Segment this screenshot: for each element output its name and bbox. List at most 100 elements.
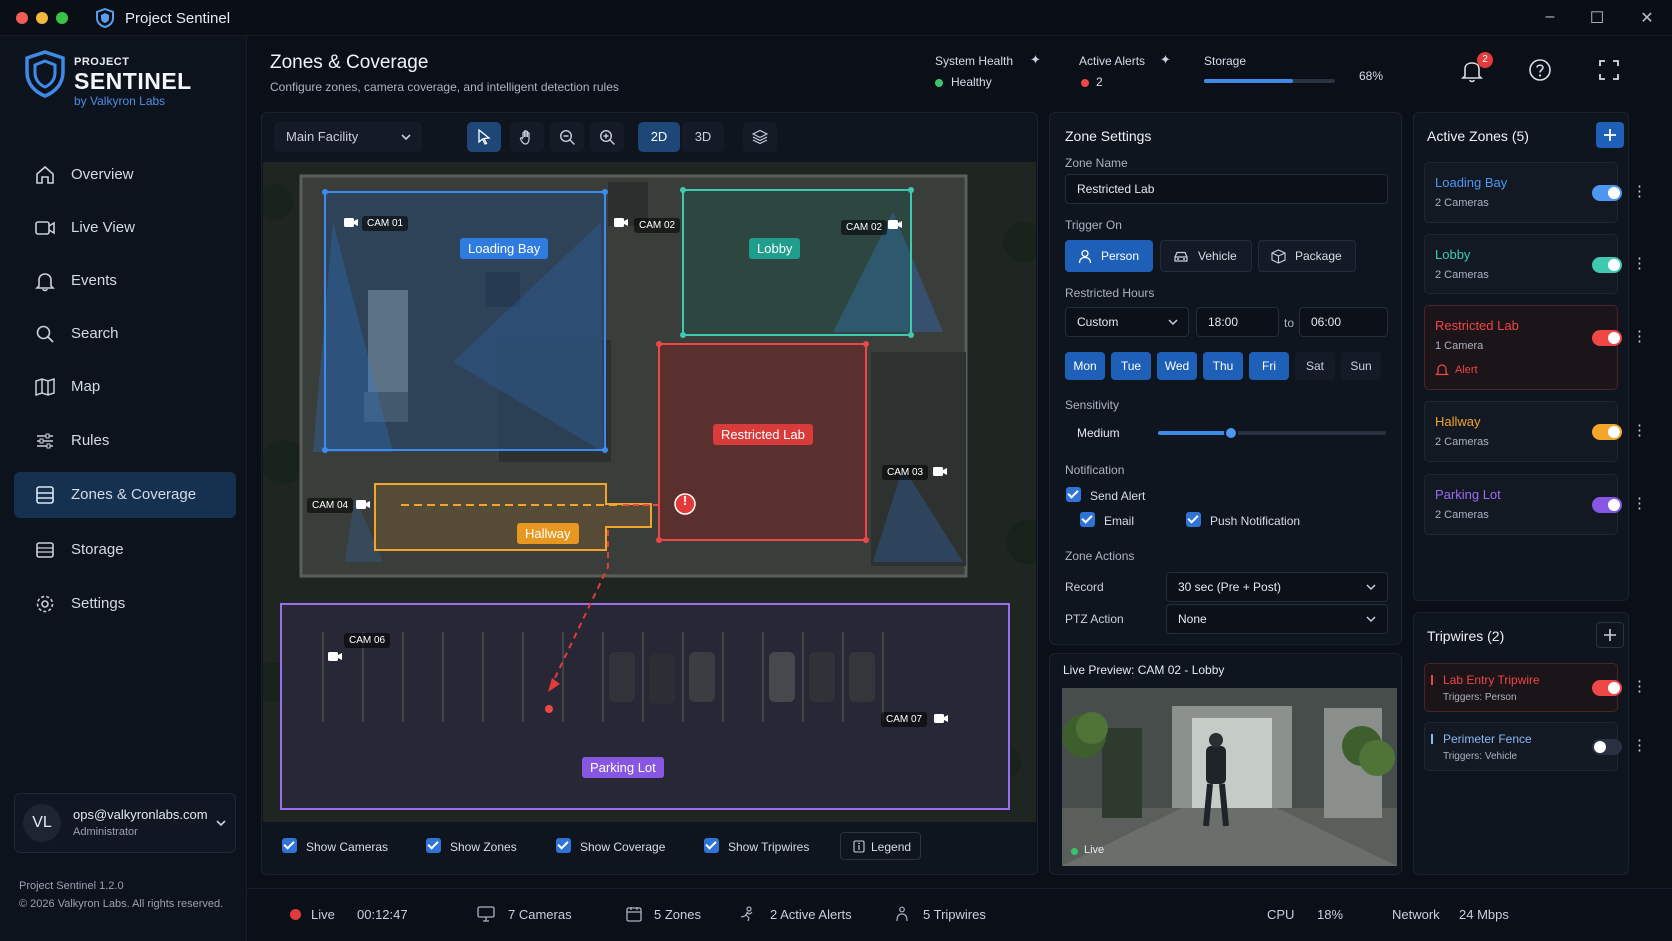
zone-toggle[interactable] — [1592, 424, 1622, 440]
show-coverage-checkbox[interactable] — [556, 838, 571, 853]
close-button[interactable]: ✕ — [1636, 8, 1658, 30]
nav-search[interactable]: Search — [14, 311, 236, 357]
nav-overview[interactable]: Overview — [14, 152, 236, 198]
select-tool-button[interactable] — [467, 122, 501, 152]
zone-card-hallway[interactable]: Hallway 2 Cameras ⋮ — [1424, 401, 1647, 462]
zone-card-restricted-lab[interactable]: Restricted Lab 1 Camera Alert ⋮ — [1424, 305, 1647, 390]
camera-label-cam07[interactable]: CAM 07 — [881, 712, 928, 727]
kebab-menu-icon[interactable]: ⋮ — [1632, 421, 1647, 439]
minimize-dot[interactable] — [36, 12, 48, 24]
nav-map[interactable]: Map — [14, 364, 236, 410]
zone-card-loading-bay[interactable]: Loading Bay 2 Cameras ⋮ — [1424, 162, 1647, 223]
day-thu[interactable]: Thu — [1203, 352, 1243, 380]
show-cameras-checkbox[interactable] — [282, 838, 297, 853]
camera-label-cam02-a[interactable]: CAM 02 — [634, 218, 681, 233]
camera-icon[interactable] — [355, 498, 371, 511]
status-time: 00:12:47 — [357, 907, 408, 922]
nav-live-view[interactable]: Live View — [14, 205, 236, 251]
view-2d-button[interactable]: 2D — [638, 122, 680, 152]
zone-card-parking-lot[interactable]: Parking Lot 2 Cameras ⋮ — [1424, 474, 1647, 535]
zone-toggle[interactable] — [1592, 330, 1622, 346]
zoom-out-button[interactable] — [550, 122, 584, 152]
nav-settings[interactable]: Settings — [14, 581, 236, 627]
minimize-button[interactable]: – — [1539, 8, 1561, 30]
camera-icon[interactable] — [887, 218, 903, 231]
zone-label-restricted-lab[interactable]: Restricted Lab — [713, 424, 813, 445]
zone-name-input[interactable]: Restricted Lab — [1065, 174, 1388, 204]
zone-toggle[interactable] — [1592, 497, 1622, 513]
camera-icon[interactable] — [932, 465, 948, 478]
camera-label-cam02-b[interactable]: CAM 02 — [841, 220, 888, 235]
zone-toggle[interactable] — [1592, 257, 1622, 273]
sensitivity-slider[interactable] — [1158, 426, 1386, 440]
zone-label-parking-lot[interactable]: Parking Lot — [582, 757, 664, 778]
nav-rules[interactable]: Rules — [14, 418, 236, 464]
maximize-button[interactable]: ☐ — [1586, 8, 1608, 30]
day-mon[interactable]: Mon — [1065, 352, 1105, 380]
kebab-menu-icon[interactable]: ⋮ — [1632, 677, 1647, 695]
pan-tool-button[interactable] — [510, 122, 544, 152]
tripwire-toggle[interactable] — [1592, 680, 1622, 696]
trigger-package-button[interactable]: Package — [1258, 240, 1356, 272]
fullscreen-icon[interactable] — [1599, 60, 1619, 80]
kebab-menu-icon[interactable]: ⋮ — [1632, 182, 1647, 200]
view-3d-button[interactable]: 3D — [682, 122, 724, 152]
camera-label-cam01[interactable]: CAM 01 — [362, 216, 409, 231]
camera-label-cam06[interactable]: CAM 06 — [344, 633, 391, 648]
bell-icon — [35, 273, 55, 292]
facility-map[interactable]: ! Loading Bay Lobby Restricted Lab Hallw… — [263, 162, 1036, 822]
zoom-in-button[interactable] — [590, 122, 624, 152]
kebab-menu-icon[interactable]: ⋮ — [1632, 254, 1647, 272]
push-notification-checkbox[interactable] — [1186, 512, 1201, 527]
nav-storage[interactable]: Storage — [14, 527, 236, 573]
layers-button[interactable] — [743, 122, 777, 152]
hours-from-input[interactable]: 18:00 — [1196, 307, 1279, 337]
zoom-dot[interactable] — [56, 12, 68, 24]
email-checkbox[interactable] — [1080, 512, 1095, 527]
zone-label-hallway[interactable]: Hallway — [517, 523, 579, 544]
day-sat[interactable]: Sat — [1295, 352, 1335, 380]
tripwire-card-lab-entry[interactable]: Lab Entry Tripwire Triggers: Person ⋮ — [1424, 663, 1647, 712]
hours-mode-select[interactable]: Custom — [1065, 307, 1189, 337]
close-dot[interactable] — [16, 12, 28, 24]
day-sun[interactable]: Sun — [1341, 352, 1381, 380]
camera-label-cam03[interactable]: CAM 03 — [882, 465, 929, 480]
camera-label-cam04[interactable]: CAM 04 — [307, 498, 354, 513]
live-preview-video[interactable]: Live — [1062, 688, 1397, 866]
zone-card-lobby[interactable]: Lobby 2 Cameras ⋮ — [1424, 234, 1647, 294]
add-zone-button[interactable] — [1596, 122, 1624, 148]
zone-toggle[interactable] — [1592, 185, 1622, 201]
camera-icon[interactable] — [327, 650, 343, 663]
zone-label-lobby[interactable]: Lobby — [749, 238, 801, 259]
trigger-vehicle-button[interactable]: Vehicle — [1160, 240, 1252, 272]
show-tripwires-checkbox[interactable] — [704, 838, 719, 853]
legend-button[interactable]: Legend — [840, 832, 921, 860]
day-fri[interactable]: Fri — [1249, 352, 1289, 380]
facility-select[interactable]: Main Facility — [274, 122, 422, 152]
kebab-menu-icon[interactable]: ⋮ — [1632, 327, 1647, 345]
sensitivity-slider-handle[interactable] — [1223, 426, 1238, 440]
zone-label-loading-bay[interactable]: Loading Bay — [460, 238, 549, 259]
record-select[interactable]: 30 sec (Pre + Post) — [1166, 572, 1388, 602]
camera-icon[interactable] — [343, 216, 359, 229]
kebab-menu-icon[interactable]: ⋮ — [1632, 736, 1647, 754]
user-card[interactable]: VL ops@valkyronlabs.com Administrator — [14, 793, 236, 853]
help-icon[interactable] — [1528, 58, 1552, 82]
trigger-person-button[interactable]: Person — [1065, 240, 1153, 272]
send-alert-checkbox[interactable] — [1066, 487, 1081, 502]
add-tripwire-button[interactable] — [1596, 622, 1624, 648]
tripwire-card-perimeter-fence[interactable]: Perimeter Fence Triggers: Vehicle ⋮ — [1424, 722, 1647, 771]
ptz-action-select[interactable]: None — [1166, 604, 1388, 634]
camera-icon[interactable] — [933, 712, 949, 725]
nav-zones-coverage[interactable]: Zones & Coverage — [14, 472, 236, 518]
chevron-down-icon[interactable] — [215, 818, 227, 828]
day-tue[interactable]: Tue — [1111, 352, 1151, 380]
tripwire-toggle[interactable] — [1592, 739, 1622, 755]
show-zones-checkbox[interactable] — [426, 838, 441, 853]
kebab-menu-icon[interactable]: ⋮ — [1632, 494, 1647, 512]
window-title: Project Sentinel — [125, 10, 231, 27]
camera-icon[interactable] — [613, 216, 629, 229]
hours-to-input[interactable]: 06:00 — [1299, 307, 1388, 337]
day-wed[interactable]: Wed — [1157, 352, 1197, 380]
nav-events[interactable]: Events — [14, 258, 236, 304]
